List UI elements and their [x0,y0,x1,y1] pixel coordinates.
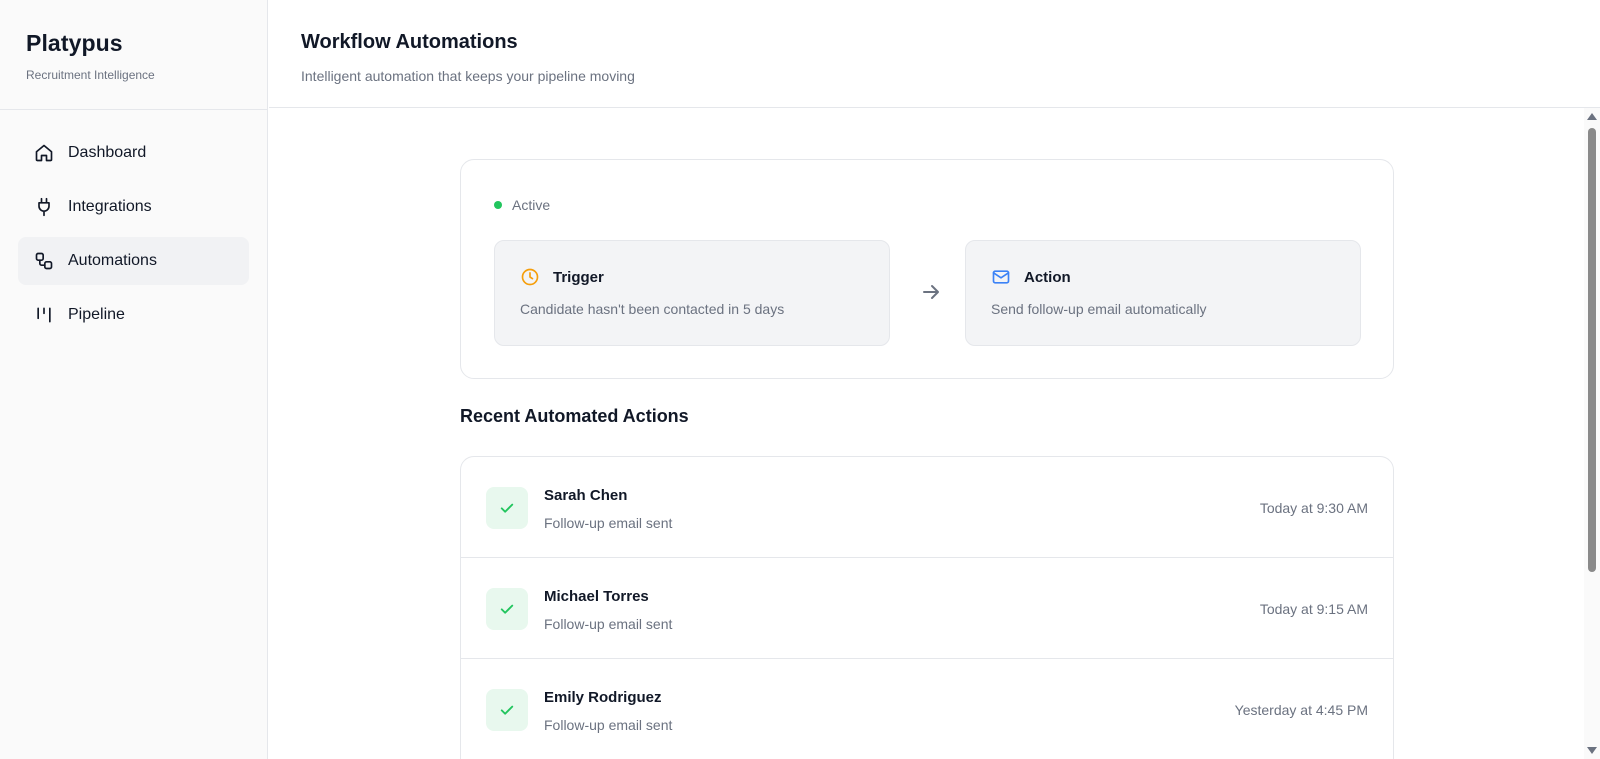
sidebar-item-label: Pipeline [68,306,125,323]
sidebar: Platypus Recruitment Intelligence Dashbo… [0,0,268,759]
action-timestamp: Yesterday at 4:45 PM [1234,702,1368,718]
action-detail: Follow-up email sent [544,515,673,531]
trigger-box[interactable]: Trigger Candidate hasn't been contacted … [494,240,890,346]
sidebar-item-integrations[interactable]: Integrations [18,183,249,231]
scrollbar[interactable] [1584,108,1600,759]
kanban-icon [34,305,54,325]
status-dot [494,201,502,209]
main-content: Active Trigger Candidate hasn't been con… [269,109,1584,759]
page-title: Workflow Automations [301,31,518,53]
trigger-title: Trigger [553,268,604,286]
sidebar-item-dashboard[interactable]: Dashboard [18,129,249,177]
action-description: Send follow-up email automatically [991,301,1207,317]
sidebar-nav: Dashboard Integrations Automations Pipel… [0,110,267,339]
check-icon [486,588,528,630]
sidebar-item-pipeline[interactable]: Pipeline [18,291,249,339]
clock-icon [520,267,540,287]
mail-icon [991,267,1011,287]
arrow-right-icon [919,280,943,304]
recent-actions-list: Sarah Chen Follow-up email sent Today at… [460,456,1394,759]
scroll-thumb[interactable] [1588,128,1596,572]
list-item[interactable]: Michael Torres Follow-up email sent Toda… [461,558,1393,659]
workflow-card[interactable]: Active Trigger Candidate hasn't been con… [460,159,1394,379]
home-icon [34,143,54,163]
action-detail: Follow-up email sent [544,616,673,632]
candidate-name: Michael Torres [544,588,649,605]
check-icon [486,689,528,731]
sidebar-item-label: Automations [68,252,157,269]
check-icon [486,487,528,529]
page-header: Workflow Automations Intelligent automat… [269,0,1600,108]
action-title: Action [1024,268,1071,286]
sidebar-item-label: Dashboard [68,144,147,161]
list-item[interactable]: Sarah Chen Follow-up email sent Today at… [461,457,1393,558]
action-timestamp: Today at 9:30 AM [1259,500,1368,516]
trigger-head: Trigger [520,267,889,287]
action-box[interactable]: Action Send follow-up email automaticall… [965,240,1361,346]
status-badge: Active [494,197,550,213]
list-item[interactable]: Emily Rodriguez Follow-up email sent Yes… [461,659,1393,759]
candidate-name: Sarah Chen [544,487,628,504]
action-timestamp: Today at 9:15 AM [1259,601,1368,617]
app-tagline: Recruitment Intelligence [26,68,155,82]
action-detail: Follow-up email sent [544,717,673,733]
brand: Platypus Recruitment Intelligence [0,0,267,110]
action-head: Action [991,267,1360,287]
trigger-description: Candidate hasn't been contacted in 5 day… [520,301,785,317]
app-name: Platypus [26,30,123,56]
recent-actions-title: Recent Automated Actions [460,406,689,426]
sidebar-item-label: Integrations [68,198,152,215]
status-label: Active [512,197,551,213]
workflow-icon [34,251,54,271]
plug-icon [34,197,54,217]
scroll-down-icon[interactable] [1587,747,1597,754]
page-subtitle: Intelligent automation that keeps your p… [301,68,635,84]
sidebar-item-automations[interactable]: Automations [18,237,249,285]
scroll-up-icon[interactable] [1587,113,1597,120]
candidate-name: Emily Rodriguez [544,689,662,706]
